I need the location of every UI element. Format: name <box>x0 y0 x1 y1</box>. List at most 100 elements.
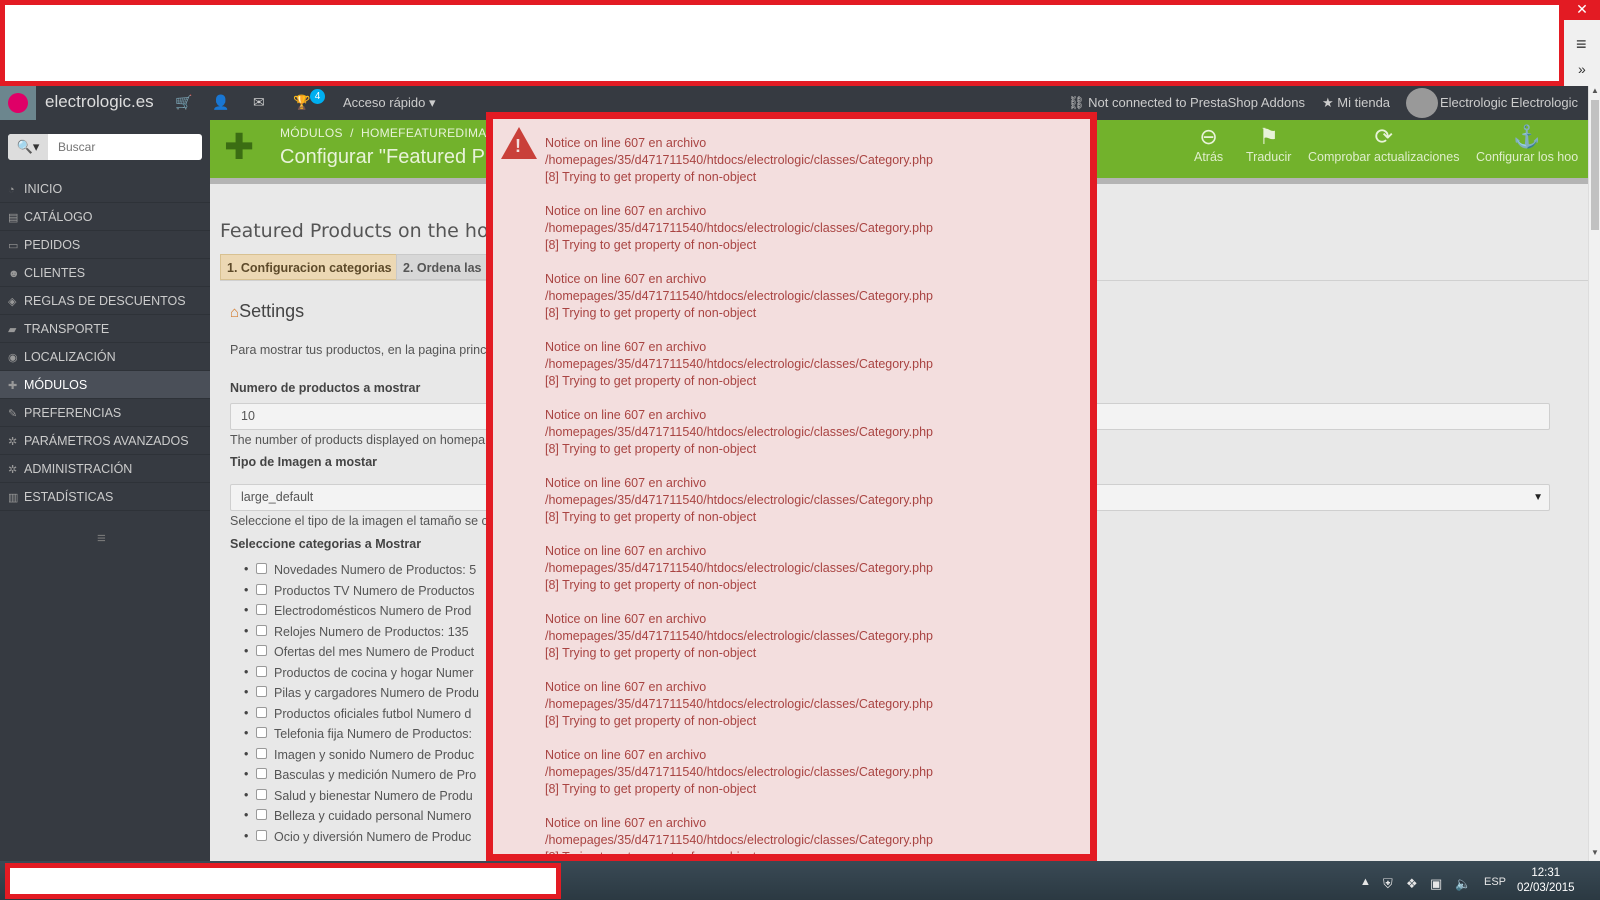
sidebar-item-1[interactable]: ▤ Catálogo <box>0 203 210 231</box>
category-checkbox[interactable] <box>256 686 267 697</box>
sidebar-item-8[interactable]: ✎ Preferencias <box>0 399 210 427</box>
breadcrumb-modules[interactable]: MÓDULOS <box>280 126 343 140</box>
sidebar-item-11[interactable]: ▥ Estadísticas <box>0 483 210 511</box>
notice-line3: [8] Trying to get property of non-object <box>545 306 757 320</box>
notice-line3: [8] Trying to get property of non-object <box>545 714 757 728</box>
notice-item: Notice on line 607 en archivo/homepages/… <box>545 407 933 475</box>
notice-item: Notice on line 607 en archivo/homepages/… <box>545 679 933 747</box>
sidebar-item-10[interactable]: ✲ Administración <box>0 455 210 483</box>
notice-line3: [8] Trying to get property of non-object <box>545 238 757 252</box>
category-checkbox[interactable] <box>256 829 267 841</box>
sidebar-item-9[interactable]: ✲ Parámetros avanzados <box>0 427 210 455</box>
network-icon[interactable]: ▣ <box>1430 876 1442 892</box>
category-checkbox[interactable] <box>256 624 267 636</box>
category-checkbox[interactable] <box>256 563 267 574</box>
page-scrollbar[interactable]: ▲ ▼ <box>1588 86 1600 861</box>
my-shop-link[interactable]: ★ Mi tienda <box>1322 95 1390 111</box>
tab-ordena[interactable]: 2. Ordena las <box>396 254 489 280</box>
category-checkbox[interactable] <box>256 604 267 615</box>
scroll-up-icon[interactable]: ▲ <box>1591 86 1599 95</box>
settings-heading: ⌂Settings <box>230 301 304 322</box>
close-icon[interactable]: ✕ <box>1564 0 1600 20</box>
notice-line3: [8] Trying to get property of non-object <box>545 578 757 592</box>
notice-line3: [8] Trying to get property of non-object <box>545 374 757 388</box>
sidebar-item-2[interactable]: ▭ Pedidos <box>0 231 210 259</box>
search-box: 🔍▾ <box>8 134 202 160</box>
configure-hooks-button[interactable]: ⚓ Configurar los hoo <box>1476 124 1578 164</box>
category-checkbox[interactable] <box>256 583 267 595</box>
addons-status-link[interactable]: ⛓ Not connected to PrestaShop Addons <box>1068 95 1305 111</box>
category-label: Ocio y diversión Numero de Produc <box>274 829 472 844</box>
notice-line2: /homepages/35/d471711540/htdocs/electrol… <box>545 221 933 235</box>
notice-item: Notice on line 607 en archivo/homepages/… <box>545 543 933 611</box>
notice-line1: Notice on line 607 en archivo <box>545 204 707 218</box>
notice-line1: Notice on line 607 en archivo <box>545 136 707 150</box>
security-shield-icon[interactable]: ⛨ <box>1383 876 1393 892</box>
breadcrumb-separator: / <box>350 126 354 140</box>
sidebar-item-0[interactable]: ◔ Inicio <box>0 175 210 203</box>
collapse-menu-icon[interactable]: ≡ <box>97 530 106 547</box>
category-label: Belleza y cuidado personal Numero <box>274 809 472 823</box>
categories-list: Novedades Numero de Productos: 5 Producto… <box>244 562 479 849</box>
category-checkbox[interactable] <box>256 768 267 779</box>
back-button[interactable]: ⊖ Atrás <box>1194 124 1223 164</box>
flag-icon: ⚑ <box>1258 124 1279 149</box>
image-type-label: Tipo de Imagen a mostar <box>230 455 378 469</box>
book-icon: ▤ <box>8 212 19 224</box>
translate-button[interactable]: ⚑ Traducir <box>1246 124 1291 164</box>
notice-line2: /homepages/35/d471711540/htdocs/electrol… <box>545 357 933 371</box>
scrollbar-thumb[interactable] <box>1591 100 1599 230</box>
prestashop-logo-icon[interactable] <box>0 86 36 120</box>
sidebar-item-label: Reglas de descuentos <box>24 294 186 308</box>
scroll-down-icon[interactable]: ▼ <box>1591 848 1599 857</box>
chevron-double-right-icon[interactable]: » <box>1578 61 1586 77</box>
search-input[interactable] <box>52 134 200 160</box>
tab-configuracion-categorias[interactable]: 1. Configuracion categorias <box>220 254 399 280</box>
sidebar-item-7[interactable]: ✚ Módulos <box>0 371 210 399</box>
sidebar-item-3[interactable]: ☻ Clientes <box>0 259 210 287</box>
sidebar-item-5[interactable]: ▰ Transporte <box>0 315 210 343</box>
trophy-icon[interactable]: 🏆 <box>293 94 310 111</box>
clock[interactable]: 12:31 02/03/2015 <box>1517 866 1575 896</box>
user-icon[interactable]: 👤 <box>212 94 229 111</box>
sidebar-item-4[interactable]: ◈ Reglas de descuentos <box>0 287 210 315</box>
menu-icon[interactable]: ≡ <box>1576 34 1587 55</box>
category-label: Imagen y sonido Numero de Produc <box>274 747 475 762</box>
cog-icon: ✲ <box>8 464 18 476</box>
notice-line2: /homepages/35/d471711540/htdocs/electrol… <box>545 561 933 575</box>
sidebar-item-label: Localización <box>24 350 116 364</box>
sidebar-item-6[interactable]: ◉ Localización <box>0 343 210 371</box>
dropbox-icon[interactable]: ❖ <box>1406 876 1418 892</box>
notice-line3: [8] Trying to get property of non-object <box>545 646 757 660</box>
category-checkbox[interactable] <box>256 665 267 677</box>
notice-line1: Notice on line 607 en archivo <box>545 272 707 286</box>
notice-item: Notice on line 607 en archivo/homepages/… <box>545 747 933 815</box>
category-label: Productos TV Numero de Productos <box>274 583 475 598</box>
notice-line3: [8] Trying to get property of non-object <box>545 850 757 861</box>
category-checkbox[interactable] <box>256 809 267 820</box>
notice-line3: [8] Trying to get property of non-object <box>545 782 757 796</box>
check-updates-button[interactable]: ⟳ Comprobar actualizaciones <box>1308 124 1459 164</box>
caret-down-icon: ▼ <box>1533 492 1543 503</box>
error-notice-box: ! Notice on line 607 en archivo/homepage… <box>486 112 1097 861</box>
category-checkbox[interactable] <box>256 706 267 718</box>
category-item: Belleza y cuidado personal Numero <box>244 808 471 829</box>
search-icon[interactable]: 🔍▾ <box>8 134 48 160</box>
language-indicator[interactable]: ESP <box>1484 876 1506 888</box>
breadcrumb-module-name: HOMEFEATUREDIMAX <box>360 126 495 140</box>
user-menu[interactable]: Electrologic Electrologic <box>1440 95 1578 110</box>
category-checkbox[interactable] <box>256 727 267 738</box>
shop-name-link[interactable]: electrologic.es <box>45 92 154 112</box>
quick-access-dropdown[interactable]: Acceso rápido ▾ <box>343 95 436 111</box>
category-checkbox[interactable] <box>256 645 267 656</box>
category-checkbox[interactable] <box>256 788 267 800</box>
category-label: Basculas y medición Numero de Pro <box>274 768 477 782</box>
num-products-value: 10 <box>241 409 255 423</box>
category-checkbox[interactable] <box>256 747 267 759</box>
volume-icon[interactable]: 🔈 <box>1455 876 1471 892</box>
tray-expand-icon[interactable]: ▲ <box>1360 876 1371 888</box>
envelope-icon[interactable]: ✉ <box>253 94 265 111</box>
avatar[interactable] <box>1406 88 1438 118</box>
category-label: Telefonia fija Numero de Productos: <box>274 727 473 741</box>
cart-icon[interactable]: 🛒 <box>175 94 192 111</box>
